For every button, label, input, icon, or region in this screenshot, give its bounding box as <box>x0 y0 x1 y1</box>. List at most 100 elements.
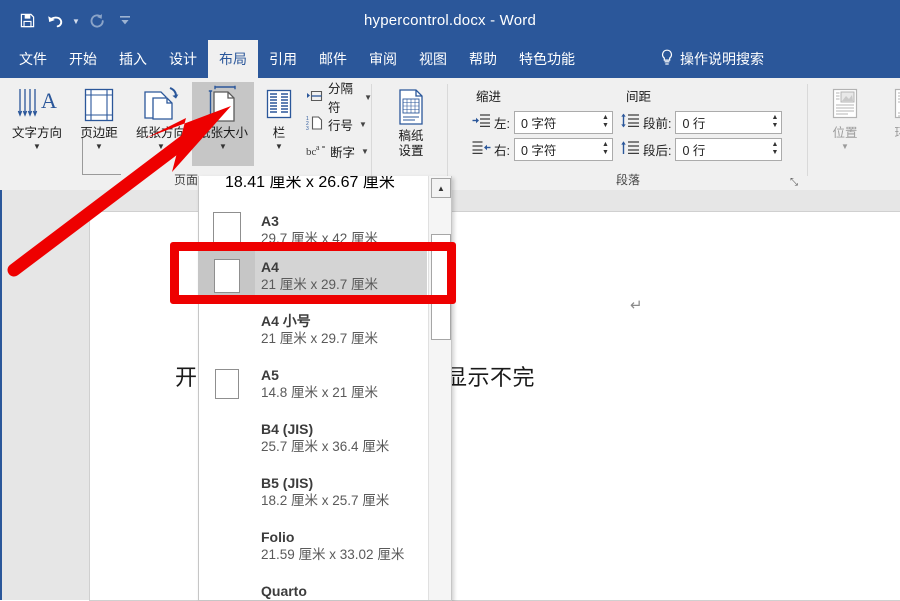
position-button[interactable]: 位置 ▼ <box>814 82 876 166</box>
indent-right-value[interactable]: 0 字符 <box>515 139 599 160</box>
breaks-icon <box>306 88 324 107</box>
gallery-item-name: Folio <box>261 529 427 546</box>
spacing-before-steppers[interactable]: ▲▼ <box>768 112 781 133</box>
line-numbers-label: 行号 <box>328 115 353 134</box>
indent-right-label: 右: <box>494 140 510 159</box>
wrap-text-button[interactable]: 环绕 <box>876 82 900 166</box>
indent-left-field[interactable]: 左: 0 字符 ▲▼ <box>472 111 613 133</box>
text-direction-button[interactable]: A 文字方向 ▼ <box>6 82 68 166</box>
margins-icon <box>79 82 119 126</box>
ribbon-group-arrange: 位置 ▼ 环绕 <box>808 78 900 190</box>
paper-thumbnail <box>199 518 255 574</box>
paragraph-mark: ↵ <box>630 296 643 314</box>
tab-view[interactable]: 视图 <box>408 40 458 78</box>
gallery-item-name: A5 <box>261 367 427 384</box>
gallery-item-text: A5 14.8 厘米 x 21 厘米 <box>255 367 427 401</box>
tab-insert[interactable]: 插入 <box>108 40 158 78</box>
paper-size-gallery[interactable]: 18.41 厘米 x 26.67 厘米 A3 29.7 厘米 x 42 厘米 A… <box>198 176 452 601</box>
spacing-after-steppers[interactable]: ▲▼ <box>768 139 781 160</box>
paper-thumbnail <box>199 572 255 601</box>
ribbon-group-paragraph: 缩进 间距 左: 0 字符 ▲▼ <box>448 78 808 190</box>
ribbon-group-manuscript: 稿纸 设置 <box>372 78 448 190</box>
chevron-down-icon[interactable]: ▼ <box>157 142 165 151</box>
columns-button[interactable]: 栏 ▼ <box>256 82 302 166</box>
gallery-item-partial[interactable]: 18.41 厘米 x 26.67 厘米 <box>199 176 427 200</box>
chevron-down-icon[interactable]: ▼ <box>219 142 227 151</box>
indent-right-steppers[interactable]: ▲▼ <box>599 139 612 160</box>
orientation-button[interactable]: 纸张方向 ▼ <box>130 82 192 166</box>
indent-left-steppers[interactable]: ▲▼ <box>599 112 612 133</box>
gallery-item-folio[interactable]: Folio 21.59 厘米 x 33.02 厘米 <box>199 518 427 574</box>
line-numbers-button[interactable]: 1 2 3 行号 ▼ <box>306 113 367 135</box>
indent-left-spinner[interactable]: 0 字符 ▲▼ <box>514 111 613 134</box>
paper-thumbnail <box>199 356 255 412</box>
gallery-item-quarto[interactable]: Quarto 21.5 厘米 x 27.5 厘米 <box>199 572 427 601</box>
gallery-item-dimensions: 21 厘米 x 29.7 厘米 <box>261 330 427 347</box>
hyphenation-button[interactable]: bc a 断字 ▼ <box>306 140 369 162</box>
paper-thumbnail <box>199 410 255 466</box>
lightbulb-icon <box>660 49 674 70</box>
paragraph-dialog-launcher-icon[interactable]: ⤡ <box>790 177 798 188</box>
spacing-before-field[interactable]: 段前: 0 行 ▲▼ <box>620 111 782 133</box>
tab-review[interactable]: 审阅 <box>358 40 408 78</box>
gallery-item-dimensions: 18.2 厘米 x 25.7 厘米 <box>261 492 427 509</box>
tab-special-features[interactable]: 特色功能 <box>508 40 586 78</box>
chevron-down-icon[interactable]: ▼ <box>33 142 41 151</box>
manuscript-grid-icon <box>392 84 430 128</box>
gallery-item-dimensions: 21.59 厘米 x 33.02 厘米 <box>261 546 427 563</box>
tab-file[interactable]: 文件 <box>8 40 58 78</box>
gallery-item-name: Quarto <box>261 583 427 600</box>
spacing-before-value[interactable]: 0 行 <box>676 112 768 133</box>
spacing-after-icon <box>620 140 640 158</box>
gallery-scrollbar[interactable]: ▲ <box>428 176 451 600</box>
paper-size-button[interactable]: 纸张大小 ▼ <box>192 82 254 166</box>
tell-me-search[interactable]: 操作说明搜索 <box>660 40 764 78</box>
spacing-after-value[interactable]: 0 行 <box>676 139 768 160</box>
gallery-item-name: A4 小号 <box>261 313 427 330</box>
tab-design[interactable]: 设计 <box>158 40 208 78</box>
tab-layout[interactable]: 布局 <box>208 40 258 78</box>
indent-right-icon <box>472 140 491 158</box>
ribbon-tabs: 文件 开始 插入 设计 布局 引用 邮件 审阅 视图 帮助 特色功能 <box>8 40 586 78</box>
document-title: hypercontrol.docx - Word <box>0 0 900 40</box>
chevron-down-icon[interactable]: ▼ <box>841 142 849 151</box>
gallery-item-text: B4 (JIS) 25.7 厘米 x 36.4 厘米 <box>255 421 427 455</box>
gallery-item-text: Folio 21.59 厘米 x 33.02 厘米 <box>255 529 427 563</box>
svg-text:3: 3 <box>306 126 309 131</box>
hyphenation-label: 断字 <box>330 142 355 161</box>
breaks-label: 分隔符 <box>328 78 358 116</box>
gallery-item-a5[interactable]: A5 14.8 厘米 x 21 厘米 <box>199 356 427 412</box>
breaks-button[interactable]: 分隔符 ▼ <box>306 86 372 108</box>
tab-mailings[interactable]: 邮件 <box>308 40 358 78</box>
gallery-item-b4-jis[interactable]: B4 (JIS) 25.7 厘米 x 36.4 厘米 <box>199 410 427 466</box>
gallery-item-name: B5 (JIS) <box>261 475 427 492</box>
spacing-after-spinner[interactable]: 0 行 ▲▼ <box>675 138 782 161</box>
paper-thumbnail <box>199 176 225 190</box>
scroll-up-icon[interactable]: ▲ <box>431 178 451 198</box>
svg-text:A: A <box>41 88 57 113</box>
paper-size-label: 纸张大小 <box>198 127 248 140</box>
gallery-item-text: B5 (JIS) 18.2 厘米 x 25.7 厘米 <box>255 475 427 509</box>
gallery-item-dimensions: 25.7 厘米 x 36.4 厘米 <box>261 438 427 455</box>
indent-left-value[interactable]: 0 字符 <box>515 112 599 133</box>
manuscript-settings-button[interactable]: 稿纸 设置 <box>380 84 442 168</box>
indent-right-field[interactable]: 右: 0 字符 ▲▼ <box>472 138 613 160</box>
gallery-item-text: Quarto 21.5 厘米 x 27.5 厘米 <box>255 583 427 601</box>
spacing-before-icon <box>620 113 640 131</box>
tab-help[interactable]: 帮助 <box>458 40 508 78</box>
gallery-item-a4-small[interactable]: A4 小号 21 厘米 x 29.7 厘米 <box>199 302 427 358</box>
gallery-item-b5-jis[interactable]: B5 (JIS) 18.2 厘米 x 25.7 厘米 <box>199 464 427 520</box>
tab-home[interactable]: 开始 <box>58 40 108 78</box>
indent-right-spinner[interactable]: 0 字符 ▲▼ <box>514 138 613 161</box>
chevron-down-icon[interactable]: ▼ <box>275 142 283 151</box>
ribbon-group-page-setup: A 文字方向 ▼ 页边距 ▼ <box>0 78 372 190</box>
tab-references[interactable]: 引用 <box>258 40 308 78</box>
spacing-before-spinner[interactable]: 0 行 ▲▼ <box>675 111 782 134</box>
indent-left-icon <box>472 113 491 131</box>
spacing-after-field[interactable]: 段后: 0 行 ▲▼ <box>620 138 782 160</box>
chevron-down-icon[interactable]: ▼ <box>359 120 367 129</box>
chevron-down-icon[interactable]: ▼ <box>361 147 369 156</box>
wrap-text-label: 环绕 <box>894 127 900 140</box>
columns-label: 栏 <box>273 127 286 140</box>
manuscript-settings-label: 稿纸 设置 <box>398 129 423 159</box>
